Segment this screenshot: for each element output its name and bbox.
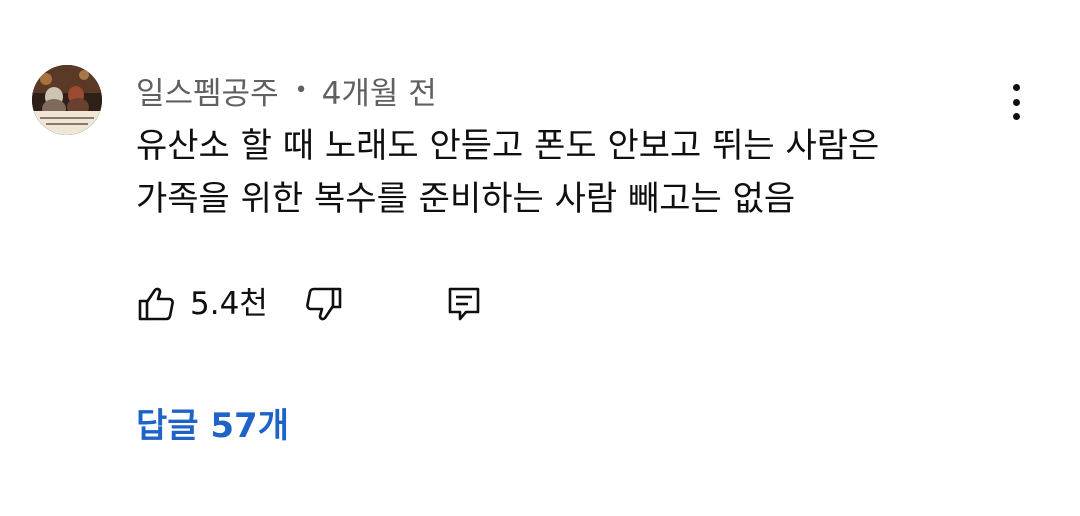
- view-replies-link[interactable]: 답글 57개: [136, 398, 289, 447]
- comment-reply-icon: [448, 287, 480, 321]
- comment-header: 일스펨공주 • 4개월 전: [136, 66, 437, 114]
- comment-card: 일스펨공주 • 4개월 전 유산소 할 때 노래도 안듣고 폰도 안보고 뛰는 …: [0, 0, 1080, 516]
- author-name[interactable]: 일스펨공주: [136, 68, 279, 113]
- avatar[interactable]: [32, 65, 102, 135]
- avatar-image: [32, 65, 102, 135]
- comment-text-line: 유산소 할 때 노래도 안듣고 폰도 안보고 뛰는 사람은: [136, 126, 880, 166]
- separator-dot: •: [294, 77, 308, 103]
- more-options-button[interactable]: [996, 78, 1036, 126]
- more-vert-icon-dot: [1012, 98, 1020, 106]
- comment-actions: 5.4천: [136, 282, 536, 326]
- like-button[interactable]: [136, 284, 176, 324]
- timestamp[interactable]: 4개월 전: [322, 68, 437, 113]
- thumbs-up-icon: [138, 287, 174, 321]
- dislike-button[interactable]: [304, 284, 344, 324]
- more-vert-icon-dot: [1012, 113, 1020, 120]
- more-vert-icon: [1012, 84, 1020, 91]
- comment-body: 유산소 할 때 노래도 안듣고 폰도 안보고 뛰는 사람은 가족을 위한 복수를…: [136, 120, 1036, 226]
- comment-text-line: 가족을 위한 복수를 준비하는 사람 빼고는 없음: [136, 179, 796, 219]
- reply-button[interactable]: [444, 284, 484, 324]
- thumbs-down-icon: [306, 287, 342, 321]
- like-count: 5.4천: [190, 286, 268, 322]
